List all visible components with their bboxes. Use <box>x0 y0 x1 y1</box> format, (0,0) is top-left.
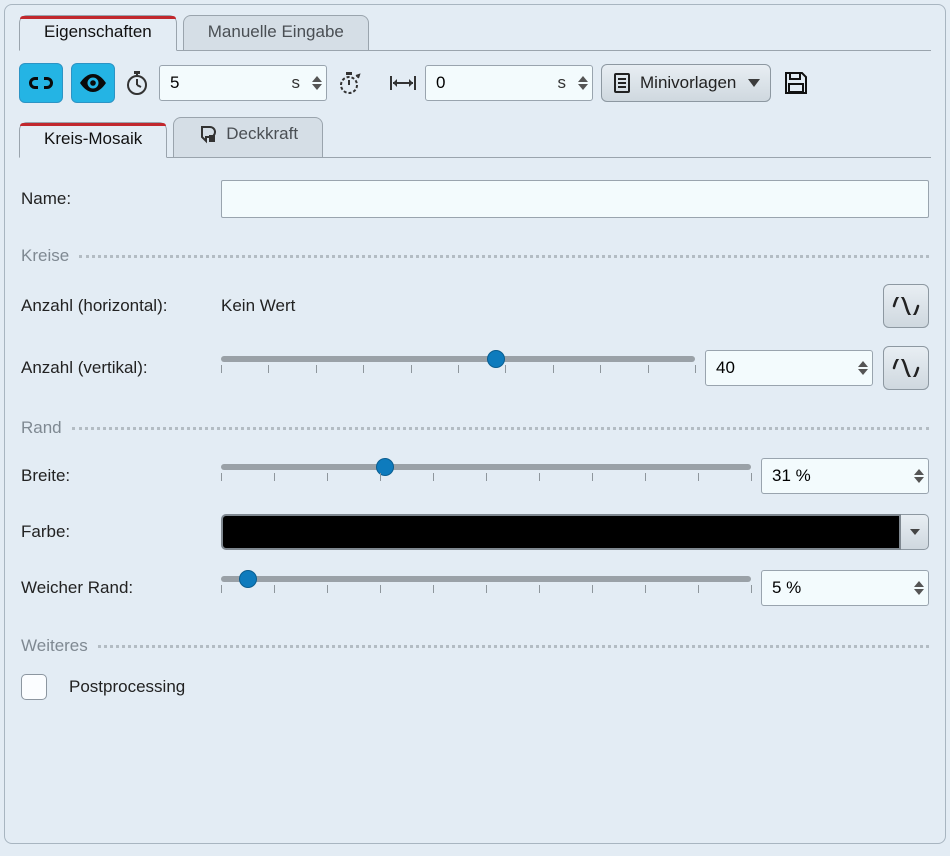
templates-label: Minivorlagen <box>640 73 736 93</box>
width-step-up[interactable] <box>914 469 924 475</box>
name-input[interactable] <box>221 180 929 218</box>
width-label: Breite: <box>21 466 211 486</box>
section-more: Weiteres <box>21 636 929 656</box>
reset-time-icon[interactable] <box>335 69 363 97</box>
tab-properties-label: Eigenschaften <box>44 22 152 41</box>
soft-edge-input[interactable] <box>770 577 840 599</box>
count-horizontal-label: Anzahl (horizontal): <box>21 296 211 316</box>
duration-step-up[interactable] <box>312 76 322 82</box>
tab-manual-input[interactable]: Manuelle Eingabe <box>183 15 369 50</box>
offset-unit: s <box>558 73 567 93</box>
tab-manual-input-label: Manuelle Eingabe <box>208 22 344 41</box>
save-button[interactable] <box>779 69 813 97</box>
horizontal-offset-icon <box>389 69 417 97</box>
duration-step-down[interactable] <box>312 84 322 90</box>
section-border-label: Rand <box>21 418 62 438</box>
tab-properties[interactable]: Eigenschaften <box>19 15 177 51</box>
width-spinbox[interactable] <box>761 458 929 494</box>
tab-circle-mosaic-label: Kreis-Mosaik <box>44 129 142 148</box>
inner-tabs: Kreis-Mosaik Deckkraft <box>19 117 931 158</box>
opacity-icon <box>198 124 218 144</box>
toolbar: s s <box>19 51 931 117</box>
top-tabs: Eigenschaften Manuelle Eingabe <box>19 15 931 51</box>
templates-dropdown[interactable]: Minivorlagen <box>601 64 771 102</box>
width-step-down[interactable] <box>914 477 924 483</box>
duration-input[interactable] <box>168 72 238 94</box>
preview-toggle-button[interactable] <box>71 63 115 103</box>
count-vertical-step-down[interactable] <box>858 369 868 375</box>
soft-edge-slider[interactable] <box>221 568 751 608</box>
count-vertical-step-up[interactable] <box>858 361 868 367</box>
offset-step-up[interactable] <box>578 76 588 82</box>
section-circles-label: Kreise <box>21 246 69 266</box>
offset-spinbox[interactable]: s <box>425 65 593 101</box>
chevron-down-icon <box>910 529 920 535</box>
soft-edge-spinbox[interactable] <box>761 570 929 606</box>
template-icon <box>612 72 632 94</box>
eye-icon <box>80 74 106 92</box>
count-horizontal-value: Kein Wert <box>221 296 873 316</box>
count-vertical-curve-button[interactable] <box>883 346 929 390</box>
section-border: Rand <box>21 418 929 438</box>
duration-unit: s <box>292 73 301 93</box>
count-vertical-spinbox[interactable] <box>705 350 873 386</box>
offset-step-down[interactable] <box>578 84 588 90</box>
link-icon <box>28 75 54 91</box>
tab-circle-mosaic[interactable]: Kreis-Mosaik <box>19 122 167 158</box>
soft-edge-label: Weicher Rand: <box>21 578 211 598</box>
name-label: Name: <box>21 189 211 209</box>
section-circles: Kreise <box>21 246 929 266</box>
count-vertical-slider[interactable] <box>221 348 695 388</box>
offset-input[interactable] <box>434 72 504 94</box>
color-dropdown[interactable] <box>901 514 929 550</box>
count-vertical-input[interactable] <box>714 357 774 379</box>
tab-opacity[interactable]: Deckkraft <box>173 117 323 157</box>
postprocessing-checkbox[interactable] <box>21 674 47 700</box>
duration-spinbox[interactable]: s <box>159 65 327 101</box>
stopwatch-icon <box>123 69 151 97</box>
soft-edge-step-up[interactable] <box>914 581 924 587</box>
width-slider[interactable] <box>221 456 751 496</box>
sine-icon <box>892 359 920 377</box>
sine-icon <box>892 297 920 315</box>
count-vertical-label: Anzahl (vertikal): <box>21 358 211 378</box>
color-swatch[interactable] <box>221 514 901 550</box>
color-label: Farbe: <box>21 522 211 542</box>
chevron-down-icon <box>748 79 760 87</box>
width-input[interactable] <box>770 465 840 487</box>
floppy-icon <box>783 70 809 96</box>
tab-opacity-label: Deckkraft <box>226 124 298 144</box>
section-more-label: Weiteres <box>21 636 88 656</box>
postprocessing-label: Postprocessing <box>69 677 185 697</box>
properties-panel: Eigenschaften Manuelle Eingabe <box>4 4 946 844</box>
link-toggle-button[interactable] <box>19 63 63 103</box>
mosaic-form: Name: Kreise Anzahl (horizontal): Kein W… <box>19 158 931 700</box>
count-horizontal-curve-button[interactable] <box>883 284 929 328</box>
soft-edge-step-down[interactable] <box>914 589 924 595</box>
